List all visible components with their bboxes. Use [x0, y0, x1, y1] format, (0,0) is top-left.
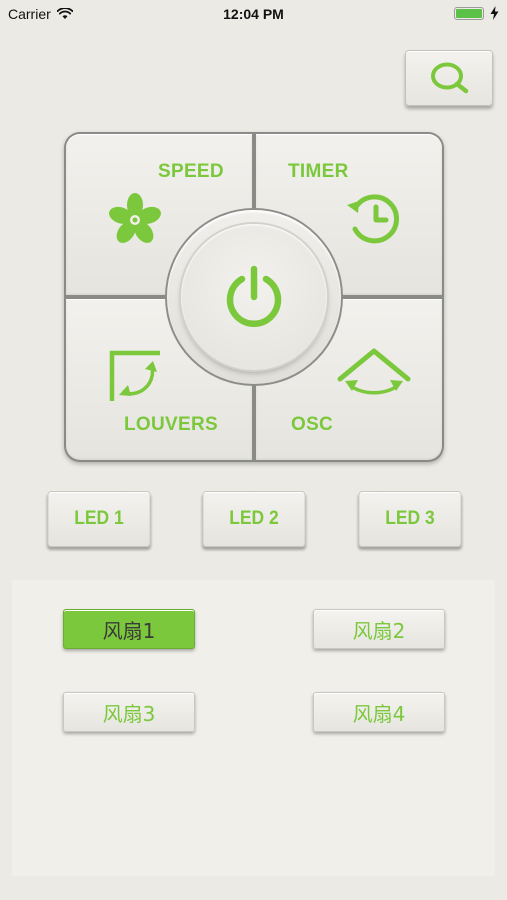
search-icon	[431, 62, 469, 94]
charging-icon	[490, 6, 499, 20]
fan-3-button[interactable]: 风扇3	[63, 692, 195, 732]
remote-pad: SPEED TIMER LOUVERS OSC	[64, 132, 444, 462]
power-icon	[226, 265, 282, 327]
search-button[interactable]	[405, 50, 493, 106]
led-3-button[interactable]: LED 3	[358, 491, 462, 547]
speed-label: SPEED	[158, 161, 224, 182]
louvers-icon	[109, 350, 160, 401]
oscillate-icon	[337, 348, 411, 395]
fan-icon	[109, 193, 161, 243]
power-button-frame	[165, 208, 343, 386]
fan-selector-panel: 风扇1 风扇2 风扇3 风扇4	[12, 580, 495, 876]
status-bar: Carrier 12:04 PM	[0, 0, 507, 28]
fan-2-button[interactable]: 风扇2	[313, 609, 445, 649]
battery-icon	[454, 6, 484, 20]
louvers-label: LOUVERS	[124, 414, 218, 435]
osc-label: OSC	[291, 414, 334, 435]
fan-1-button[interactable]: 风扇1	[63, 609, 195, 649]
timer-icon	[347, 194, 400, 244]
led-1-button[interactable]: LED 1	[47, 491, 151, 547]
timer-label: TIMER	[288, 161, 349, 182]
power-ring	[167, 210, 341, 384]
screen: Carrier 12:04 PM SPEED TIMER LOUVERS OSC…	[0, 0, 507, 900]
status-time: 12:04 PM	[223, 6, 284, 22]
status-right	[454, 6, 499, 20]
fan-4-button[interactable]: 风扇4	[313, 692, 445, 732]
led-2-button[interactable]: LED 2	[202, 491, 306, 547]
power-button[interactable]	[181, 224, 327, 370]
